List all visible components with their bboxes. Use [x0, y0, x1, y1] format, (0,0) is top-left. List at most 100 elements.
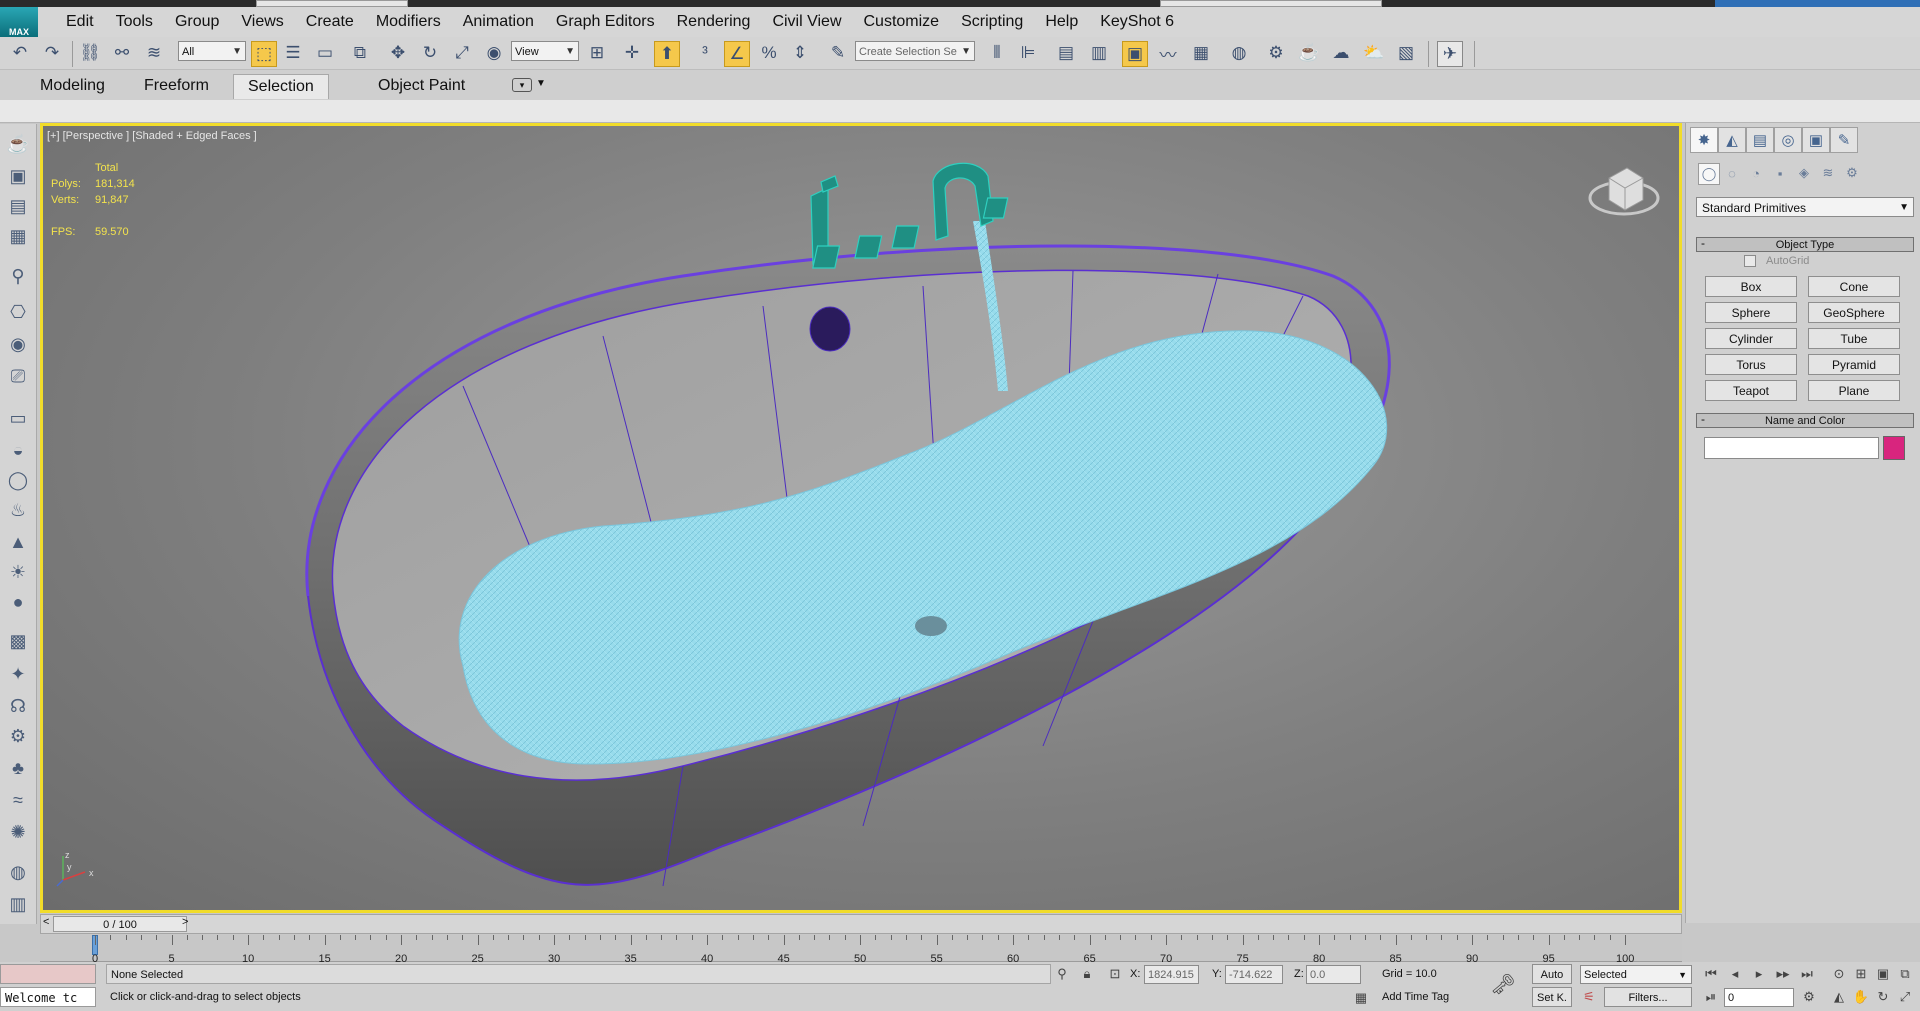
selection-filter-dropdown[interactable]: All ▼	[178, 41, 246, 61]
rect-selection-icon[interactable]: ▭	[313, 41, 337, 65]
ribbon-options-icon[interactable]: ▾	[512, 78, 532, 92]
bind-spacewarp-icon[interactable]: ≋	[142, 41, 166, 65]
cylinder-button[interactable]: Cylinder	[1705, 328, 1797, 349]
previous-frame-icon[interactable]: ◂	[1726, 965, 1744, 983]
zoom-extents-icon[interactable]: ▣	[1874, 965, 1892, 983]
cone-button[interactable]: Cone	[1808, 276, 1900, 297]
speaker-icon[interactable]: ◉	[5, 332, 31, 356]
shapes-icon[interactable]: ◌	[1722, 163, 1742, 183]
name-color-rollout[interactable]: - Name and Color	[1696, 412, 1914, 428]
absolute-mode-icon[interactable]: ⊡	[1106, 965, 1124, 983]
sun-icon[interactable]: ☀	[5, 560, 31, 584]
menu-group[interactable]: Group	[164, 7, 230, 37]
lock-icon[interactable]: 🔒︎	[1078, 965, 1096, 983]
zoom-icon[interactable]: ⊙	[1830, 965, 1848, 983]
mirror-icon[interactable]: ⫴	[985, 41, 1009, 65]
hair-icon[interactable]: ≈	[5, 788, 31, 812]
key-mode-toggle-icon[interactable]: ⏯	[1702, 988, 1720, 1006]
checker-icon[interactable]: ▩	[5, 629, 31, 653]
redo-icon[interactable]: ↷	[40, 41, 64, 65]
menu-modifiers[interactable]: Modifiers	[365, 7, 452, 37]
primitive-type-dropdown[interactable]: Standard Primitives ▼	[1696, 197, 1914, 217]
teapot-icon[interactable]: ☕	[5, 132, 31, 156]
motion-tab-icon[interactable]: ◎	[1774, 127, 1802, 153]
app-logo[interactable]: MAX	[0, 7, 38, 37]
scale-icon[interactable]: ⤢	[450, 41, 474, 65]
next-frame-icon[interactable]: ▸▸	[1774, 965, 1792, 983]
key-filter-icon[interactable]: ⚟	[1580, 988, 1598, 1006]
torus-button[interactable]: Torus	[1705, 354, 1797, 375]
go-to-end-icon[interactable]: ⏭	[1798, 965, 1816, 983]
display-tab-icon[interactable]: ▣	[1802, 127, 1830, 153]
time-slider[interactable]: < 0 / 100 >	[40, 914, 1682, 934]
quick-access-field[interactable]	[256, 0, 408, 7]
curve-editor-icon[interactable]: 〰	[1156, 41, 1180, 65]
tab-modeling[interactable]: Modeling	[26, 74, 119, 98]
utilities-tab-icon[interactable]: ✎	[1830, 127, 1858, 153]
maxscript-mini-listener[interactable]: Welcome tc	[0, 987, 96, 1007]
track-bar[interactable]: 0 5 10 15 20 25 30 35 40 45 50 55 60 65 70 75 80 85 90 95 10…	[40, 935, 1682, 965]
film-icon[interactable]: ⎚	[5, 364, 31, 388]
object-name-field[interactable]	[1704, 437, 1879, 459]
dome-icon[interactable]: ◒	[5, 438, 31, 462]
auto-key-button[interactable]: Auto	[1532, 964, 1572, 984]
zoom-all-icon[interactable]: ⊞	[1852, 965, 1870, 983]
filters-button[interactable]: Filters...	[1604, 987, 1692, 1007]
unlink-icon[interactable]: ⚯	[110, 41, 134, 65]
angle-snap-icon[interactable]: ∠	[724, 41, 750, 67]
viewcube[interactable]	[1587, 154, 1661, 228]
menu-customize[interactable]: Customize	[853, 7, 951, 37]
menu-help[interactable]: Help	[1034, 7, 1089, 37]
create-tab-icon[interactable]: ✸	[1690, 127, 1718, 153]
placement-icon[interactable]: ◉	[482, 41, 506, 65]
plane-button[interactable]: Plane	[1808, 380, 1900, 401]
menu-civil-view[interactable]: Civil View	[761, 7, 852, 37]
time-prev-icon[interactable]: <	[43, 916, 49, 928]
select-by-name-icon[interactable]: ☰	[281, 41, 305, 65]
undo-icon[interactable]: ↶	[8, 41, 32, 65]
hierarchy-tab-icon[interactable]: ▤	[1746, 127, 1774, 153]
light-icon[interactable]: ⚲	[5, 264, 31, 288]
spacewarps-icon[interactable]: ≋	[1818, 163, 1838, 183]
snap-3d-icon[interactable]: ³	[693, 41, 717, 65]
orbit-icon[interactable]: ↻	[1874, 988, 1892, 1006]
plant-icon[interactable]: ♣	[5, 756, 31, 780]
chevron-down-icon[interactable]: ▼	[536, 78, 546, 89]
z-coordinate-field[interactable]: 0.0	[1306, 965, 1361, 984]
menu-animation[interactable]: Animation	[452, 7, 545, 37]
ring-icon[interactable]: ◯	[5, 468, 31, 492]
autogrid-checkbox[interactable]: AutoGrid	[1744, 255, 1809, 267]
time-tag-icon[interactable]: ▦	[1352, 989, 1370, 1007]
object-color-swatch[interactable]	[1883, 436, 1905, 460]
scene-explorer-icon[interactable]: ▥	[1087, 41, 1111, 65]
time-config-icon[interactable]: ⚙	[1800, 988, 1818, 1006]
edit-named-selection-icon[interactable]: ✎	[826, 41, 850, 65]
rotate-icon[interactable]: ↻	[418, 41, 442, 65]
object-type-rollout[interactable]: - Object Type	[1696, 236, 1914, 252]
pivot-icon[interactable]: ⊞	[585, 41, 609, 65]
percent-snap-icon[interactable]: %	[757, 41, 781, 65]
material-editor-icon[interactable]: ◍	[1227, 41, 1251, 65]
activeshade-icon[interactable]: ▧	[1394, 41, 1418, 65]
grid-icon[interactable]: ▦	[5, 224, 31, 248]
bone-icon[interactable]: ✦	[5, 662, 31, 686]
camera-icon[interactable]: ⎔	[5, 300, 31, 324]
rendered-frame-icon[interactable]: ☕	[1297, 41, 1321, 65]
add-time-tag[interactable]: Add Time Tag	[1378, 987, 1478, 1007]
tab-object-paint[interactable]: Object Paint	[364, 74, 479, 98]
menu-edit[interactable]: Edit	[55, 7, 105, 37]
window-crossing-icon[interactable]: ⧉	[348, 41, 372, 65]
teapot-button[interactable]: Teapot	[1705, 380, 1797, 401]
go-to-start-icon[interactable]: ⏮	[1702, 965, 1720, 983]
tab-selection[interactable]: Selection	[233, 74, 329, 99]
perspective-viewport[interactable]: [+] [Perspective ] [Shaded + Edged Faces…	[40, 123, 1682, 913]
pan-icon[interactable]: ✋	[1852, 988, 1870, 1006]
spinner-snap-icon[interactable]: ⇕	[788, 41, 812, 65]
menu-keyshot[interactable]: KeyShot 6	[1089, 7, 1185, 37]
render-icon[interactable]: ☁	[1329, 41, 1353, 65]
tab-freeform[interactable]: Freeform	[130, 74, 223, 98]
gear-icon[interactable]: ⚙	[5, 724, 31, 748]
sphere-icon[interactable]: ●	[5, 590, 31, 614]
link-icon[interactable]: ⛓	[78, 41, 102, 65]
select-object-icon[interactable]: ⬚	[251, 41, 277, 67]
